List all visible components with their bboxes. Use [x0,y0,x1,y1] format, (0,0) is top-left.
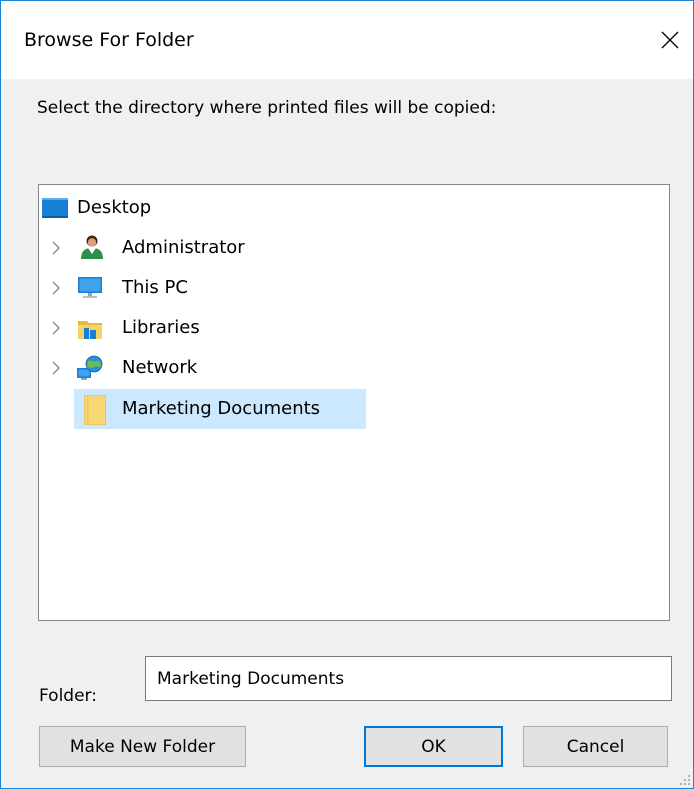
close-button[interactable] [647,13,693,67]
folder-tree[interactable]: Desktop Administrator This PC Libraries … [38,184,670,621]
make-new-folder-button[interactable]: Make New Folder [39,726,246,767]
tree-item-libraries[interactable]: Libraries [39,311,339,345]
expand-chevron-icon[interactable] [49,321,63,335]
network-icon [77,355,103,380]
folder-field-label: Folder: [39,686,97,706]
expand-chevron-icon[interactable] [49,361,63,375]
tree-item-this-pc[interactable]: This PC [39,271,339,305]
dialog-title: Browse For Folder [24,29,194,51]
ok-button[interactable]: OK [364,726,503,767]
tree-item-administrator[interactable]: Administrator [39,231,339,265]
expand-chevron-icon[interactable] [49,281,63,295]
tree-item-desktop[interactable]: Desktop [39,191,239,225]
resize-grip-icon[interactable] [679,774,691,786]
folder-name-input[interactable] [145,656,672,701]
desktop-icon [42,198,68,218]
tree-item-label: Marketing Documents [122,398,321,419]
computer-icon [78,277,102,298]
tree-item-label: This PC [122,277,188,298]
tree-item-label: Administrator [122,237,245,258]
cancel-button[interactable]: Cancel [523,726,668,767]
user-icon [81,235,103,259]
tree-item-network[interactable]: Network [39,351,339,385]
close-icon [661,31,679,49]
libraries-icon [78,321,102,339]
tree-item-label: Libraries [122,317,200,338]
tree-item-label: Desktop [77,197,152,218]
browse-for-folder-dialog: Browse For Folder Select the directory w… [0,0,694,789]
tree-item-label: Network [122,357,198,378]
instruction-text: Select the directory where printed files… [37,98,497,118]
tree-item-marketing-documents[interactable]: Marketing Documents [74,389,366,429]
expand-chevron-icon[interactable] [49,241,63,255]
folder-icon [84,395,106,425]
title-bar: Browse For Folder [1,1,693,79]
